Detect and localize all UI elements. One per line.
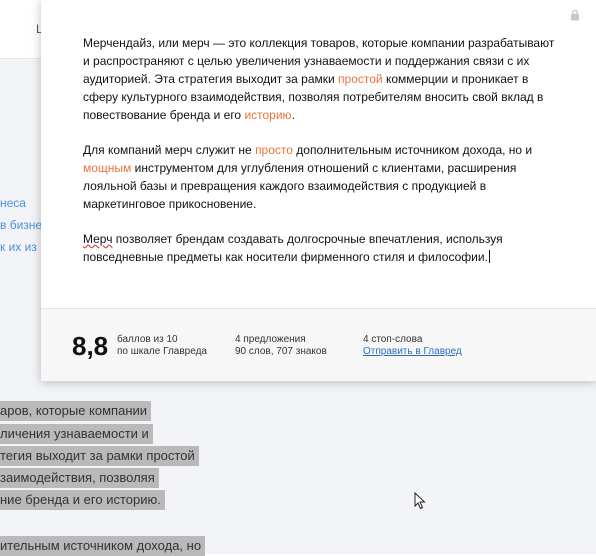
editor-text[interactable]: Мерчендайз, или мерч — это коллекция тов… — [83, 34, 558, 283]
editor-paragraph[interactable]: Мерч позволяет брендам создавать долгоср… — [83, 230, 558, 266]
sentence-count: 4 предложения — [235, 334, 306, 345]
background-link[interactable]: неса — [0, 196, 26, 210]
spelling-error-word[interactable]: Мерч — [83, 232, 112, 246]
flagged-word[interactable]: мощным — [83, 161, 131, 175]
background-link[interactable]: к их из — [0, 240, 37, 254]
flagged-word[interactable]: историю — [244, 108, 291, 122]
selected-text-line: ительным источником дохода, но — [0, 536, 206, 556]
text-run: инструментом для углубления отношений с … — [83, 161, 517, 211]
lock-icon[interactable] — [570, 9, 580, 21]
text-run: дополнительным источником дохода, но и — [292, 143, 533, 157]
score-value: 8,8 — [72, 331, 109, 361]
editor-paragraph[interactable]: Для компаний мерч служит не просто допол… — [83, 141, 558, 213]
stopword-count: 4 стоп-слова — [363, 334, 423, 345]
text-run: Для компаний мерч служит не — [83, 143, 256, 157]
stopword-stats: 4 стоп-слова Отправить в Главред — [363, 334, 462, 358]
selected-text-line: заимодействия, позволяя — [0, 468, 159, 488]
selected-text-line: ние бренда и его историю. — [0, 490, 165, 510]
text-run: позволяет брендам создавать долгосрочные… — [83, 232, 503, 264]
flagged-word[interactable]: простой — [338, 72, 383, 86]
selected-text-line: личения узнаваемости и — [0, 424, 153, 444]
flagged-word[interactable]: просто — [255, 143, 293, 157]
text-run: . — [291, 108, 295, 122]
send-to-glavred-link[interactable]: Отправить в Главред — [363, 346, 462, 358]
score-label: баллов из 10 по шкале Главреда — [117, 334, 207, 357]
text-stats: 4 предложения 90 слов, 707 знаков — [235, 334, 327, 358]
text-caret — [488, 250, 490, 263]
stats-bar: 8,8 баллов из 10 по шкале Главреда 4 пре… — [41, 308, 596, 381]
editor-paragraph[interactable]: Мерчендайз, или мерч — это коллекция тов… — [83, 34, 558, 124]
word-char-count: 90 слов, 707 знаков — [235, 346, 327, 357]
glavred-panel: Мерчендайз, или мерч — это коллекция тов… — [41, 0, 596, 381]
mouse-cursor-icon — [414, 492, 426, 510]
selected-text-line: аров, которые компании — [0, 401, 152, 421]
background-link[interactable]: в бизне — [0, 218, 42, 232]
selected-text-line: тегия выходит за рамки простой — [0, 446, 199, 466]
